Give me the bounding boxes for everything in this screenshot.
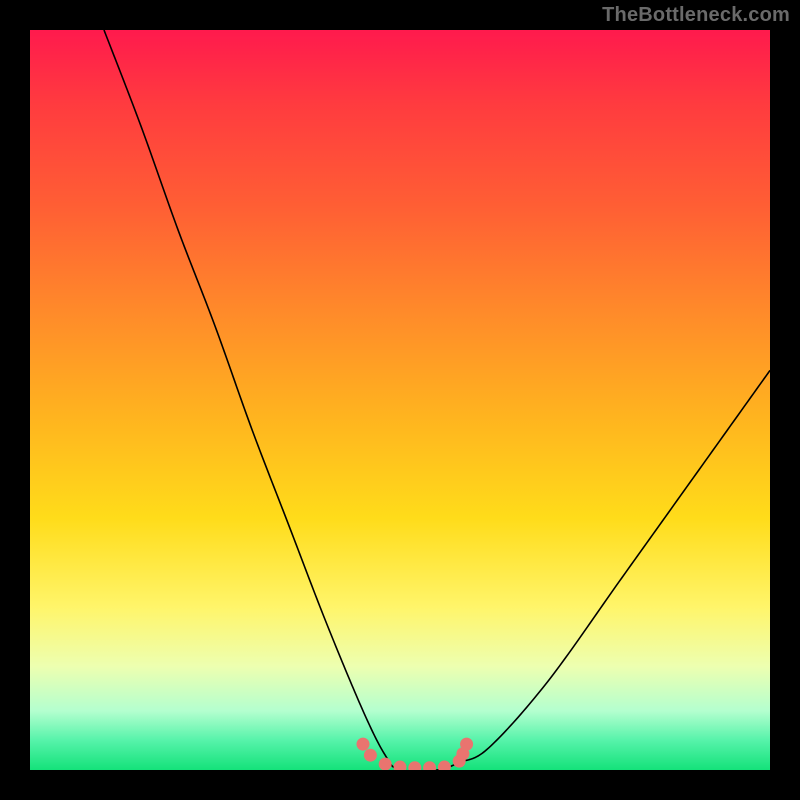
- chart-frame: TheBottleneck.com: [0, 0, 800, 800]
- highlight-point: [438, 761, 451, 770]
- chart-svg: [30, 30, 770, 770]
- highlight-markers: [357, 738, 474, 770]
- attribution-text: TheBottleneck.com: [602, 4, 790, 27]
- highlight-point: [394, 761, 407, 770]
- highlight-point: [423, 761, 436, 770]
- highlight-point: [357, 738, 370, 751]
- highlight-point: [408, 761, 421, 770]
- highlight-point: [379, 758, 392, 770]
- highlight-point: [460, 738, 473, 751]
- highlight-point: [364, 749, 377, 762]
- bottleneck-curve: [104, 30, 770, 770]
- plot-area: [30, 30, 770, 770]
